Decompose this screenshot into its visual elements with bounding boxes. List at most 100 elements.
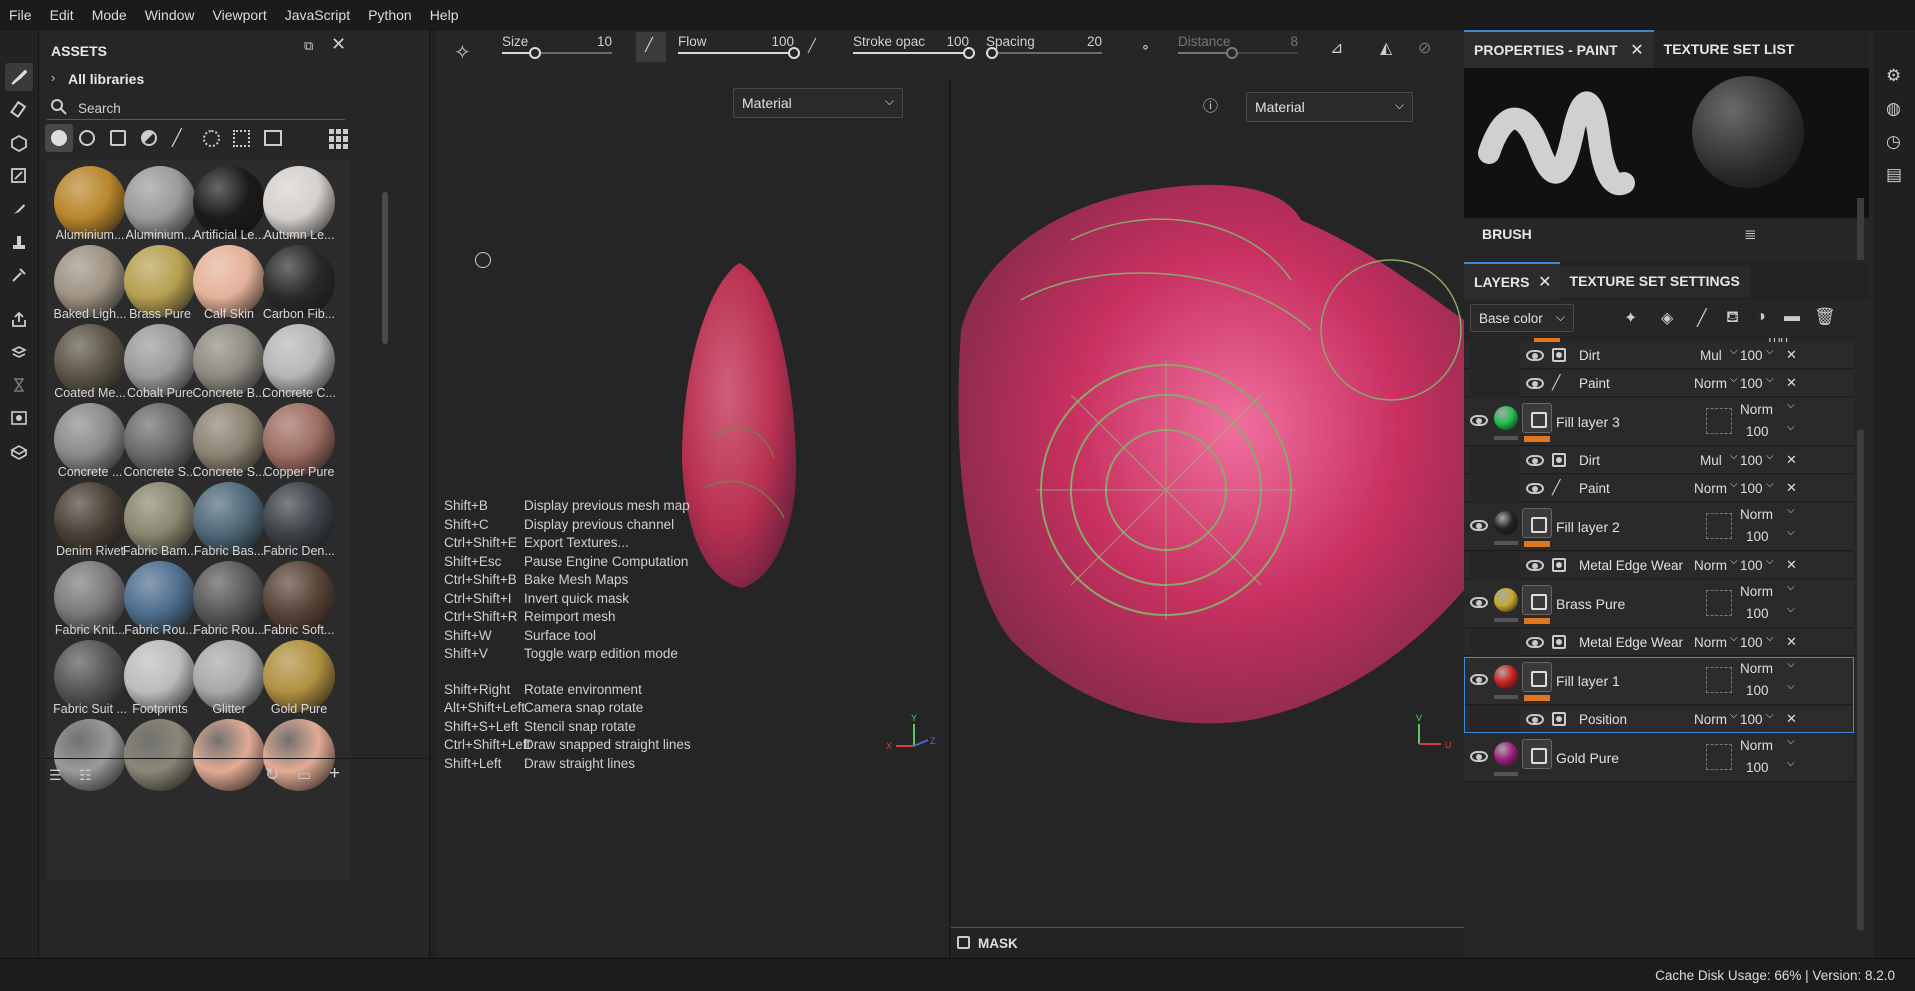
close-icon[interactable]: ✕ [1786, 375, 1797, 391]
visibility-eye-icon[interactable] [1526, 378, 1544, 389]
paint-brush-tool-icon[interactable] [5, 63, 33, 91]
layer-opacity[interactable]: 100 [1746, 760, 1769, 775]
slider-handle[interactable] [985, 47, 998, 59]
layer-opacity[interactable]: 100 [1746, 683, 1769, 698]
menu-item[interactable]: Window [136, 7, 204, 23]
smudge-tool-icon[interactable] [5, 195, 33, 223]
layer-blend-mode[interactable]: Norm [1740, 661, 1773, 676]
brush-preset-icon[interactable]: ✧ [454, 40, 471, 65]
details-view-icon[interactable]: ☷ [79, 767, 92, 784]
effect-blend-mode[interactable]: Norm [1694, 712, 1727, 727]
visibility-eye-icon[interactable] [1526, 637, 1544, 648]
layer-mask-thumbnail[interactable] [1522, 403, 1552, 433]
visibility-eye-icon[interactable] [1470, 597, 1488, 608]
channel-dropdown[interactable]: Base color ⌵ [1470, 304, 1574, 332]
slider-handle[interactable] [963, 47, 975, 59]
distance-slider[interactable]: Distance 8 [1178, 30, 1298, 80]
layer-blend-mode[interactable]: Norm [1740, 584, 1773, 599]
layer-blend-mode[interactable]: Norm [1740, 402, 1773, 417]
layer-effect-row[interactable]: Dirt Mul ⌵ 100 ⌵ ✕ [1464, 447, 1854, 474]
filter-alphas-icon[interactable] [203, 130, 220, 147]
export-tool-icon[interactable] [5, 305, 33, 333]
close-icon[interactable]: ✕ [1538, 272, 1551, 292]
visibility-eye-icon[interactable] [1470, 751, 1488, 762]
layer-mask-thumbnail[interactable] [1522, 585, 1552, 615]
add-folder-icon[interactable]: ▬ [1784, 308, 1800, 326]
layer-blend-mode[interactable]: Norm [1740, 507, 1773, 522]
viewport-3d-material-dropdown[interactable]: Material ⌵ [733, 88, 903, 118]
menu-item[interactable]: Help [421, 7, 468, 23]
close-icon[interactable]: ✕ [1786, 634, 1797, 650]
add-icon[interactable]: + [329, 763, 340, 785]
asset-scrollbar[interactable] [382, 192, 388, 344]
close-icon[interactable]: ✕ [1786, 711, 1797, 727]
layers-scrollbar[interactable] [1857, 430, 1864, 930]
symmetry-settings-icon[interactable]: ⊘ [1418, 38, 1431, 58]
effect-opacity[interactable]: 100 [1740, 712, 1763, 727]
layer-effect-row[interactable]: Metal Edge Wear Norm ⌵ 100 ⌵ ✕ [1464, 629, 1854, 656]
visibility-eye-icon[interactable] [1526, 714, 1544, 725]
eraser-tool-icon[interactable] [5, 96, 33, 124]
stroke-opacity-pressure-icon[interactable]: ╱ [808, 38, 816, 54]
mirror-icon[interactable]: ◭ [1380, 38, 1392, 58]
effect-opacity[interactable]: 100 [1740, 558, 1763, 573]
layer-effect-row[interactable]: ╱ Paint Norm ⌵ 100 ⌵ ✕ [1464, 370, 1854, 397]
close-icon[interactable]: ✕ [1630, 40, 1643, 60]
menu-item[interactable]: Python [359, 7, 421, 23]
layer-mask-thumbnail[interactable] [1522, 508, 1552, 538]
refresh-icon[interactable]: ↻ [265, 765, 279, 785]
layer-blend-slot[interactable] [1706, 590, 1732, 616]
log-icon[interactable]: ▤ [1886, 165, 1902, 185]
mask-bar[interactable]: MASK [951, 927, 1464, 958]
effect-blend-mode[interactable]: Norm [1694, 376, 1727, 391]
bake-tool-icon[interactable] [5, 338, 33, 366]
filter-environments-icon[interactable] [264, 130, 282, 146]
layer-opacity[interactable]: 100 [1746, 606, 1769, 621]
visibility-eye-icon[interactable] [1470, 674, 1488, 685]
history-icon[interactable]: ◷ [1886, 132, 1901, 152]
color-picker-tool-icon[interactable] [5, 261, 33, 289]
layer-row[interactable]: Fill layer 2 Norm ⌵ 100 ⌵ [1464, 503, 1854, 551]
close-icon[interactable]: ✕ [1786, 452, 1797, 468]
lazy-mouse-icon[interactable]: ⚬ [1140, 40, 1151, 56]
asset-item[interactable]: Gold Pure [256, 640, 342, 718]
close-icon[interactable]: ✕ [1786, 480, 1797, 496]
delete-layer-icon[interactable]: 🗑 [1814, 307, 1836, 327]
effect-blend-mode[interactable]: Norm [1694, 635, 1727, 650]
add-fill-layer-icon[interactable]: ⛾ [1726, 308, 1739, 328]
add-smart-material-icon[interactable]: ◈ [1661, 308, 1673, 328]
effect-blend-mode[interactable]: Mul [1700, 453, 1722, 468]
add-effect-icon[interactable]: ✦ [1624, 308, 1637, 328]
environment-icon[interactable]: ◍ [1886, 99, 1901, 119]
filter-brushes-icon[interactable]: ╱ [172, 128, 182, 148]
asset-item[interactable]: Fabric Soft... [256, 561, 342, 639]
layer-blend-mode[interactable]: Norm [1740, 738, 1773, 753]
filter-smart-materials-icon[interactable] [79, 130, 95, 146]
visibility-eye-icon[interactable] [1526, 560, 1544, 571]
visibility-eye-icon[interactable] [1470, 415, 1488, 426]
flow-slider[interactable]: Flow 100 [678, 30, 800, 80]
tab-properties-paint[interactable]: PROPERTIES - PAINT ✕ [1464, 30, 1654, 68]
symmetry-icon[interactable]: ⊿ [1330, 38, 1343, 58]
search-field[interactable]: Search [47, 96, 345, 120]
slider-handle[interactable] [788, 47, 800, 59]
visibility-eye-icon[interactable] [1526, 350, 1544, 361]
library-selector[interactable]: › All libraries [39, 64, 429, 94]
asset-item[interactable]: Concrete C... [256, 324, 342, 402]
viewport-2d[interactable]: ⓘ Material ⌵ V U MASK [951, 80, 1464, 958]
layer-opacity[interactable]: 100 [1746, 424, 1769, 439]
stroke-opacity-slider[interactable]: Stroke opac 100 [853, 30, 975, 80]
filter-textures-icon[interactable] [233, 130, 250, 147]
filter-generators-icon[interactable] [141, 130, 157, 146]
layer-row[interactable]: Gold Pure Norm ⌵ 100 ⌵ [1464, 734, 1854, 782]
layer-effect-row[interactable]: ╱ Paint Norm ⌵ 100 ⌵ ✕ [1464, 475, 1854, 502]
size-slider[interactable]: Size 10 [502, 30, 612, 80]
tab-layers[interactable]: LAYERS ✕ [1464, 262, 1560, 300]
spacing-slider[interactable]: Spacing 20 [985, 30, 1102, 80]
geometry-mask-tool-icon[interactable] [5, 162, 33, 190]
add-mask-icon[interactable]: ◑ [1756, 308, 1766, 326]
visibility-eye-icon[interactable] [1470, 520, 1488, 531]
filter-materials-icon[interactable] [45, 124, 73, 152]
effect-opacity[interactable]: 100 [1740, 635, 1763, 650]
asset-item[interactable]: Autumn Le... [256, 166, 342, 244]
